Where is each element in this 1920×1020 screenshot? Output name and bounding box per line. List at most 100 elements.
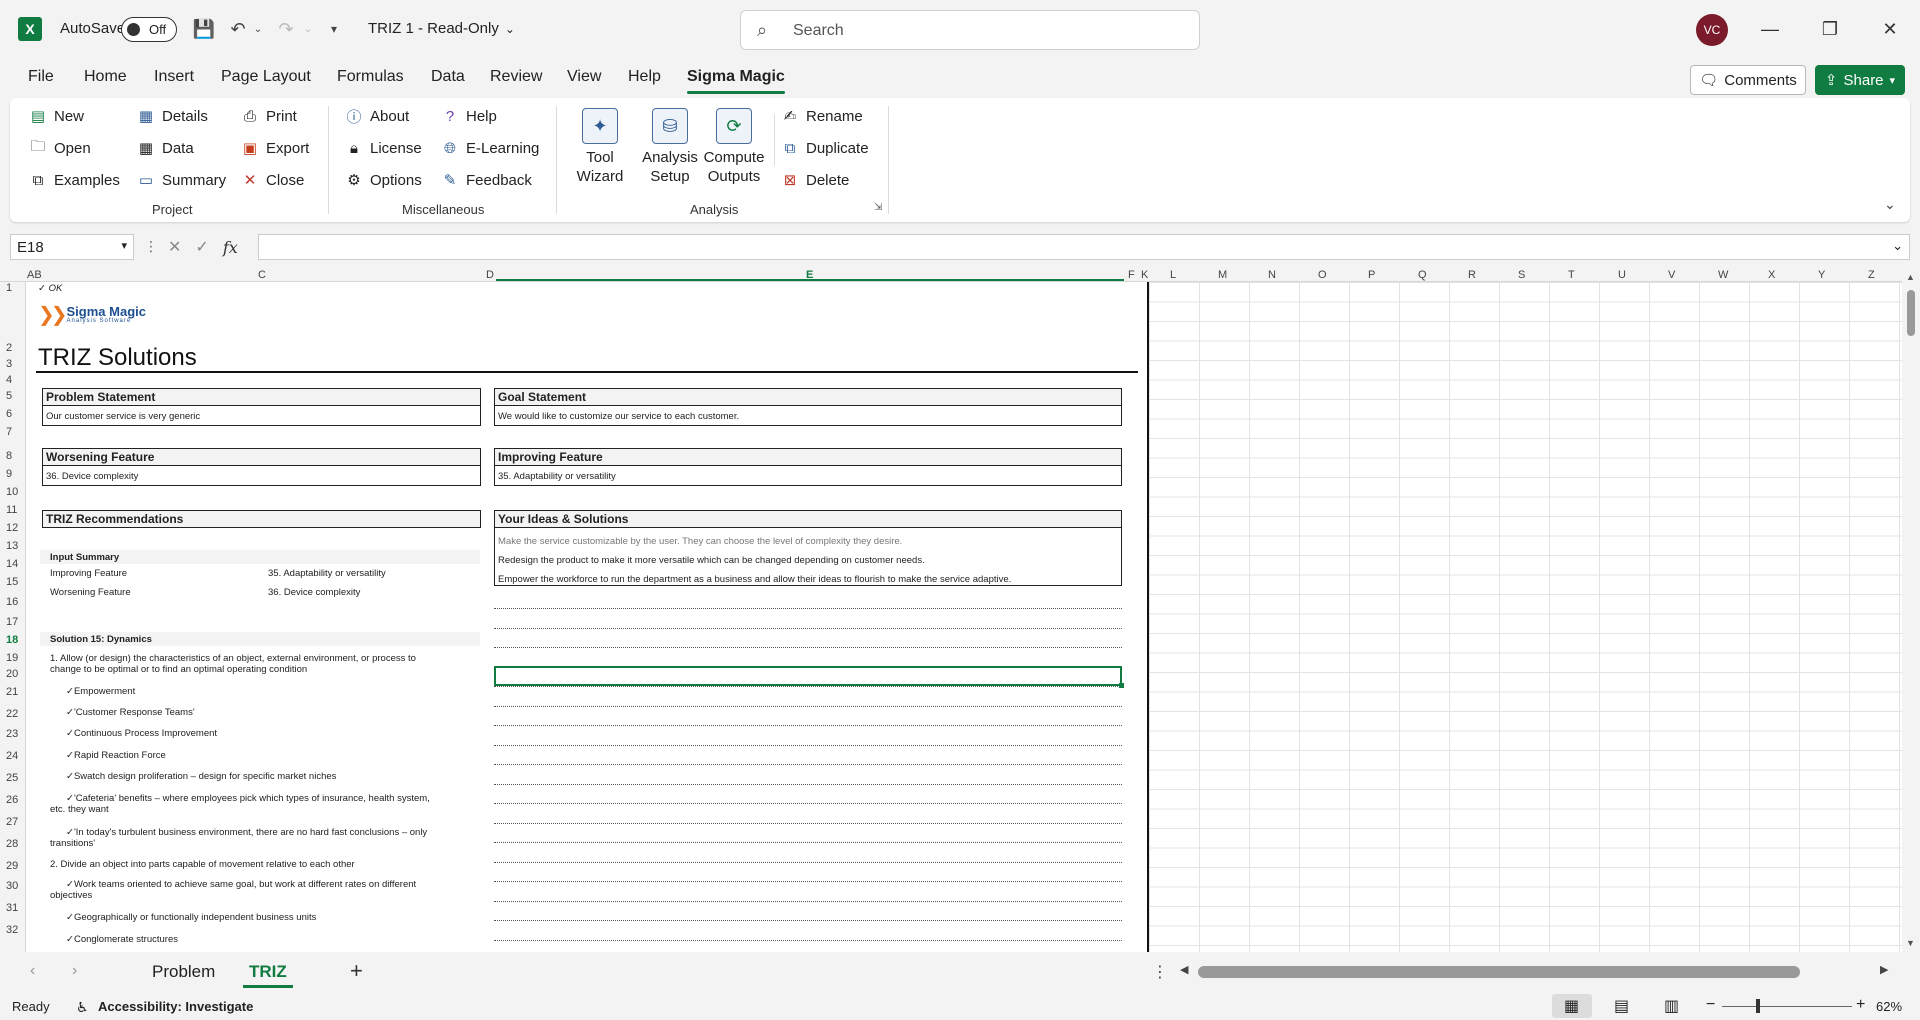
vertical-scroll-thumb[interactable] — [1907, 290, 1915, 336]
col-u[interactable]: U — [1618, 269, 1626, 281]
add-sheet-icon[interactable]: + — [350, 958, 363, 984]
sheet-tab-triz[interactable]: TRIZ — [243, 962, 293, 988]
row-number[interactable]: 7 — [6, 426, 12, 438]
tab-formulas[interactable]: Formulas — [337, 68, 404, 86]
zoom-in-icon[interactable]: + — [1856, 996, 1865, 1014]
new-button[interactable]: ▤ New — [28, 106, 84, 126]
row-number[interactable]: 15 — [6, 576, 18, 588]
col-f[interactable]: F — [1128, 269, 1135, 281]
row-number[interactable]: 26 — [6, 794, 18, 806]
row-number[interactable]: 4 — [6, 374, 12, 386]
duplicate-button[interactable]: ⧉ Duplicate — [780, 138, 869, 158]
row-number[interactable]: 13 — [6, 540, 18, 552]
row-number[interactable]: 12 — [6, 522, 18, 534]
row-number[interactable]: 19 — [6, 652, 18, 664]
row-number[interactable]: 25 — [6, 772, 18, 784]
tab-view[interactable]: View — [567, 68, 601, 86]
page-break-view-icon[interactable]: ▥ — [1664, 996, 1679, 1016]
row-number[interactable]: 14 — [6, 558, 18, 570]
scroll-left-icon[interactable]: ◀ — [1180, 963, 1188, 976]
accessibility-status[interactable]: Accessibility: Investigate — [98, 999, 253, 1014]
row-number[interactable]: 10 — [6, 486, 18, 498]
help-button[interactable]: ? Help — [440, 106, 497, 126]
tool-wizard-button[interactable]: ✦ Tool Wizard — [566, 108, 634, 186]
col-x[interactable]: X — [1768, 269, 1775, 281]
row-number[interactable]: 29 — [6, 860, 18, 872]
col-s[interactable]: S — [1518, 269, 1525, 281]
sheet-canvas[interactable]: ✓ OK ❯❯ Sigma Magic Analysis Software TR… — [26, 282, 1147, 952]
col-q[interactable]: Q — [1418, 269, 1427, 281]
row-number[interactable]: 8 — [6, 450, 12, 462]
export-button[interactable]: ▣ Export — [240, 138, 309, 158]
row-number[interactable]: 32 — [6, 924, 18, 936]
redo-dropdown-icon[interactable]: ⌄ — [296, 17, 320, 41]
prev-sheet-icon[interactable]: ‹ — [30, 962, 35, 980]
restore-icon[interactable]: ❐ — [1810, 14, 1850, 44]
zoom-out-icon[interactable]: − — [1706, 996, 1715, 1014]
col-n[interactable]: N — [1268, 269, 1276, 281]
tab-page-layout[interactable]: Page Layout — [221, 68, 311, 86]
row-number[interactable]: 28 — [6, 838, 18, 850]
idea-line[interactable]: Redesign the product to make it more ver… — [498, 555, 925, 566]
row-number[interactable]: 3 — [6, 358, 12, 370]
col-d[interactable]: D — [486, 269, 494, 281]
license-button[interactable]: 🔒︎ License — [344, 138, 422, 158]
zoom-slider-track[interactable] — [1722, 1006, 1852, 1007]
tab-options-icon[interactable]: ⋮ — [1152, 962, 1168, 982]
examples-button[interactable]: ⧉ Examples — [28, 170, 120, 190]
row-number[interactable]: 2 — [6, 342, 12, 354]
row-number[interactable]: 22 — [6, 708, 18, 720]
row-number[interactable]: 9 — [6, 468, 12, 480]
search-box[interactable]: ⌕ Search — [740, 10, 1200, 50]
tab-insert[interactable]: Insert — [154, 68, 194, 86]
options-button[interactable]: ⚙ Options — [344, 170, 421, 190]
selected-cell-e18[interactable] — [494, 666, 1124, 688]
tab-help[interactable]: Help — [628, 68, 661, 86]
tab-data[interactable]: Data — [431, 68, 465, 86]
col-v[interactable]: V — [1668, 269, 1675, 281]
col-t[interactable]: T — [1568, 269, 1575, 281]
more-options-icon[interactable]: ⋮ — [144, 238, 158, 255]
idea-line[interactable]: Empower the workforce to run the departm… — [498, 574, 1011, 585]
problem-statement-value[interactable]: Our customer service is very generic — [42, 406, 481, 426]
col-o[interactable]: O — [1318, 269, 1327, 281]
col-z[interactable]: Z — [1868, 269, 1875, 281]
expand-formula-icon[interactable]: ⌄ — [1892, 238, 1903, 254]
analysis-setup-button[interactable]: ⛁ Analysis Setup — [636, 108, 704, 186]
enter-icon[interactable]: ✓ — [195, 237, 208, 257]
col-c[interactable]: C — [258, 269, 266, 281]
avatar[interactable]: VC — [1696, 14, 1728, 46]
col-l[interactable]: L — [1170, 269, 1176, 281]
scroll-up-icon[interactable]: ▲ — [1906, 272, 1915, 282]
col-w[interactable]: W — [1718, 269, 1728, 281]
zoom-slider-thumb[interactable] — [1756, 999, 1760, 1013]
empty-grid-area[interactable] — [1147, 282, 1902, 952]
fill-handle[interactable] — [1119, 683, 1124, 688]
share-button[interactable]: ⇪ Share ▾ — [1815, 65, 1905, 95]
row-number[interactable]: 20 — [6, 668, 18, 680]
tab-review[interactable]: Review — [490, 68, 542, 86]
feedback-button[interactable]: ✎ Feedback — [440, 170, 532, 190]
idea-line[interactable]: Make the service customizable by the use… — [498, 536, 902, 547]
summary-button[interactable]: ▭ Summary — [136, 170, 226, 190]
scroll-right-icon[interactable]: ▶ — [1880, 963, 1888, 976]
minimize-icon[interactable]: — — [1750, 14, 1790, 44]
dialog-launcher-icon[interactable]: ⇲ — [874, 202, 882, 213]
collapse-ribbon-icon[interactable]: ⌄ — [1884, 196, 1896, 213]
page-layout-view-icon[interactable]: ▤ — [1614, 996, 1629, 1016]
sheet-tab-problem[interactable]: Problem — [152, 962, 215, 982]
details-button[interactable]: ▦ Details — [136, 106, 208, 126]
goal-statement-value[interactable]: We would like to customize our service t… — [494, 406, 1122, 426]
print-button[interactable]: ⎙ Print — [240, 106, 297, 126]
row-number[interactable]: 30 — [6, 880, 18, 892]
row-number[interactable]: 21 — [6, 686, 18, 698]
rename-button[interactable]: ✍ Rename — [780, 106, 863, 126]
worsening-feature-value[interactable]: 36. Device complexity — [42, 466, 481, 486]
tab-sigma-magic[interactable]: Sigma Magic — [687, 68, 785, 94]
col-m[interactable]: M — [1218, 269, 1227, 281]
about-button[interactable]: ⓘ About — [344, 106, 409, 126]
next-sheet-icon[interactable]: › — [72, 962, 77, 980]
zoom-level[interactable]: 62% — [1876, 999, 1902, 1014]
cancel-icon[interactable]: ✕ — [168, 237, 181, 257]
row-number[interactable]: 24 — [6, 750, 18, 762]
